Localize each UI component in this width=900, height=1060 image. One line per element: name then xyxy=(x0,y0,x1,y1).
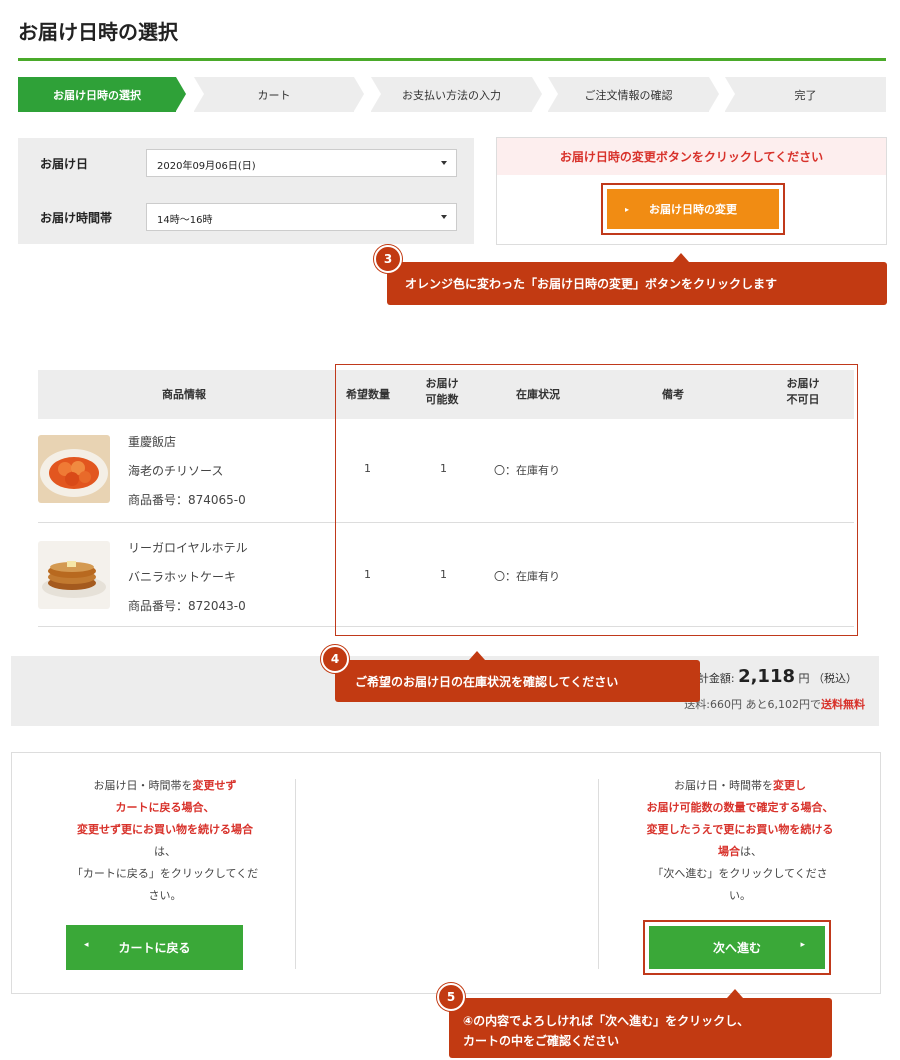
step-notch xyxy=(371,77,381,111)
title-divider xyxy=(18,58,886,61)
callout-text: ご希望のお届け日の在庫状況を確認してください xyxy=(355,675,619,689)
step-label: カート xyxy=(257,88,291,102)
shop-name: 重慶飯店 xyxy=(128,435,177,449)
change-panel: お届け日時の変更ボタンをクリックしてください ▸ お届け日時の変更 xyxy=(496,137,887,245)
shipping-line: 送料:660円 あと6,102円で送料無料 xyxy=(684,696,865,712)
text-line: お届け可能数の数量で確定する場合、 xyxy=(646,801,834,814)
column-divider xyxy=(598,779,599,969)
highlight-frame: ▸ お届け日時の変更 xyxy=(601,183,785,235)
text-line: お届け日・時間帯を変更し xyxy=(606,775,874,797)
text-line: 場合は、 xyxy=(606,841,874,863)
step-label: お支払い方法の入力 xyxy=(402,88,501,102)
highlight-frame xyxy=(335,364,858,636)
header-product: 商品情報 xyxy=(162,388,206,401)
chevron-down-icon xyxy=(441,215,447,219)
callout-tail xyxy=(469,651,485,660)
text-line: 「次へ進む」をクリックしてくださ xyxy=(652,867,828,880)
change-button-label: お届け日時の変更 xyxy=(649,203,737,216)
text-line: 変更したうえで更にお買い物を続ける xyxy=(646,823,834,836)
next-button[interactable]: 次へ進む ▸ xyxy=(649,926,825,969)
product-code: 商品番号：874065-0 xyxy=(128,493,246,507)
shop-name: リーガロイヤルホテル xyxy=(128,541,248,555)
callout-tail xyxy=(727,989,743,998)
change-notice: お届け日時の変更ボタンをクリックしてください xyxy=(497,138,886,175)
total-amount: 2,118 xyxy=(738,666,795,687)
step-label: 完了 xyxy=(794,88,817,102)
product-image[interactable] xyxy=(38,541,110,609)
callout-4: ご希望のお届け日の在庫状況を確認してください xyxy=(335,651,700,702)
column-divider xyxy=(295,779,296,969)
hotcake-photo xyxy=(38,541,110,609)
product-name[interactable]: 海老のチリソース xyxy=(128,462,223,479)
progress-steps: お届け日時の選択 カート お支払い方法の入力 ご注文情報の確認 完了 xyxy=(18,77,886,112)
callout-5: ④の内容でよろしければ「次へ進む」をクリックし、 カートの中をご確認ください xyxy=(449,989,832,1058)
product-name[interactable]: バニラホットケーキ xyxy=(128,568,236,585)
delivery-form: お届け日 2020年09月06日(日) お届け時間帯 14時～16時 xyxy=(18,138,474,244)
text-line: は、 xyxy=(154,845,176,858)
step-arrow xyxy=(532,77,542,111)
time-select[interactable]: 14時～16時 xyxy=(146,203,457,231)
text-segment: 変更し xyxy=(773,779,806,792)
step-number-badge: 3 xyxy=(374,245,402,273)
callout-line: ④の内容でよろしければ「次へ進む」をクリックし、 xyxy=(463,1014,750,1028)
chevron-right-icon: ▸ xyxy=(800,940,805,950)
page-title: お届け日時の選択 xyxy=(18,20,178,44)
chevron-left-icon: ◂ xyxy=(84,940,89,950)
text-line: お届け日・時間帯を変更せず xyxy=(30,775,300,797)
step-label: ご注文情報の確認 xyxy=(584,88,673,102)
next-button-label: 次へ進む xyxy=(712,941,761,955)
text-segment: は、 xyxy=(740,845,762,858)
step-arrow xyxy=(354,77,364,111)
callout-tail xyxy=(673,253,689,262)
text-segment: お届け日・時間帯を xyxy=(674,779,773,792)
next-instructions: お届け日・時間帯を変更し お届け可能数の数量で確定する場合、 変更したうえで更に… xyxy=(606,775,874,907)
step-confirm: ご注文情報の確認 xyxy=(548,77,719,112)
change-datetime-button[interactable]: ▸ お届け日時の変更 xyxy=(607,189,779,229)
chevron-right-icon: ▸ xyxy=(625,205,630,214)
total-tax: （税込） xyxy=(813,672,857,685)
product-code: 商品番号：872043-0 xyxy=(128,599,246,613)
step-number-badge: 4 xyxy=(321,645,349,673)
callout-text: オレンジ色に変わった「お届け日時の変更」ボタンをクリックします xyxy=(405,277,778,291)
callout-3: オレンジ色に変わった「お届け日時の変更」ボタンをクリックします xyxy=(387,253,887,305)
step-number-badge: 5 xyxy=(437,983,465,1011)
back-to-cart-button[interactable]: ◂ カートに戻る xyxy=(66,925,243,970)
time-value: 14時～16時 xyxy=(157,215,213,226)
text-line: カートに戻る場合、 xyxy=(115,801,215,814)
total-line: 合計金額: 2,118 円 （税込） xyxy=(687,666,857,687)
text-segment: 変更せず xyxy=(192,779,237,792)
product-image[interactable] xyxy=(38,435,110,503)
highlight-frame: 次へ進む ▸ xyxy=(643,920,831,975)
date-select[interactable]: 2020年09月06日(日) xyxy=(146,149,457,177)
text-segment: 場合 xyxy=(718,845,740,858)
shrimp-chili-photo xyxy=(38,435,110,503)
free-shipping-label: 送料無料 xyxy=(821,698,865,711)
text-segment: お届け日・時間帯を xyxy=(93,779,193,792)
total-unit: 円 xyxy=(798,672,810,685)
step-delivery-date: お届け日時の選択 xyxy=(18,77,186,112)
step-label: お届け日時の選択 xyxy=(53,88,141,102)
step-complete: 完了 xyxy=(725,77,886,112)
chevron-down-icon xyxy=(441,161,447,165)
step-notch xyxy=(194,77,204,111)
step-payment: お支払い方法の入力 xyxy=(371,77,542,112)
back-instructions: お届け日・時間帯を変更せず カートに戻る場合、 変更せず更にお買い物を続ける場合… xyxy=(30,775,300,907)
time-label: お届け時間帯 xyxy=(40,211,113,225)
step-arrow xyxy=(176,77,186,111)
text-line: さい。 xyxy=(148,889,182,902)
text-line: 「カートに戻る」をクリックしてくだ xyxy=(71,867,259,880)
step-notch xyxy=(725,77,735,111)
callout-text: ④の内容でよろしければ「次へ進む」をクリックし、 カートの中をご確認ください xyxy=(463,1011,749,1051)
step-cart: カート xyxy=(194,77,364,112)
step-notch xyxy=(548,77,558,111)
date-value: 2020年09月06日(日) xyxy=(157,161,256,172)
text-line: 変更せず更にお買い物を続ける場合 xyxy=(77,823,253,836)
action-panel: お届け日・時間帯を変更せず カートに戻る場合、 変更せず更にお買い物を続ける場合… xyxy=(11,752,881,994)
shipping-text: 送料:660円 あと6,102円で xyxy=(684,698,821,711)
callout-line: カートの中をご確認ください xyxy=(463,1034,620,1048)
date-label: お届け日 xyxy=(40,157,89,171)
step-arrow xyxy=(709,77,719,111)
back-button-label: カートに戻る xyxy=(118,941,191,955)
text-line: い。 xyxy=(729,889,751,902)
